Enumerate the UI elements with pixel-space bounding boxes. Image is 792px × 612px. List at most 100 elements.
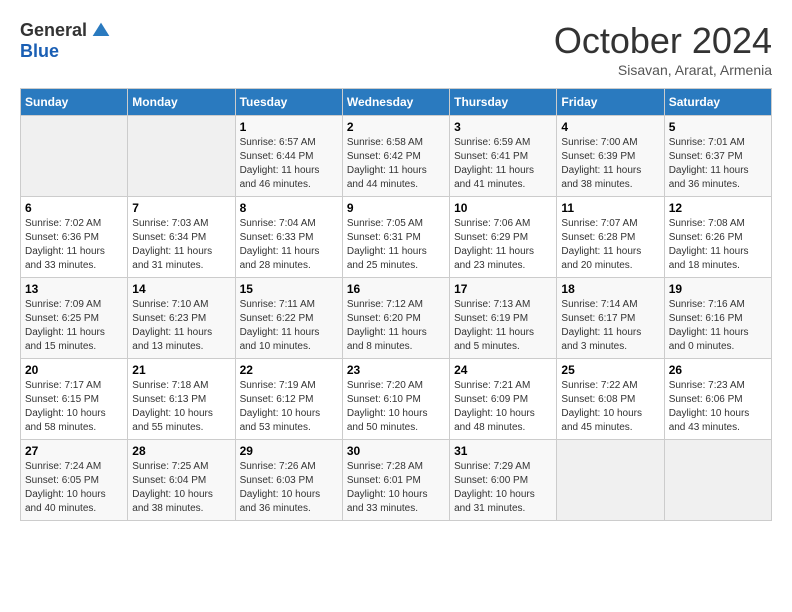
day-cell: 31 Sunrise: 7:29 AMSunset: 6:00 PMDayligh… <box>450 440 557 521</box>
day-number: 22 <box>240 363 338 377</box>
logo-icon <box>91 21 111 41</box>
day-number: 30 <box>347 444 445 458</box>
day-cell: 9 Sunrise: 7:05 AMSunset: 6:31 PMDaylight… <box>342 197 449 278</box>
day-cell: 23 Sunrise: 7:20 AMSunset: 6:10 PMDayligh… <box>342 359 449 440</box>
day-cell: 6 Sunrise: 7:02 AMSunset: 6:36 PMDaylight… <box>21 197 128 278</box>
day-info: Sunrise: 7:05 AMSunset: 6:31 PMDaylight:… <box>347 217 445 273</box>
day-cell: 7 Sunrise: 7:03 AMSunset: 6:34 PMDaylight… <box>128 197 235 278</box>
title-section: October 2024 Sisavan, Ararat, Armenia <box>554 20 772 78</box>
day-cell: 15 Sunrise: 7:11 AMSunset: 6:22 PMDayligh… <box>235 278 342 359</box>
logo-blue-text: Blue <box>20 41 59 62</box>
header-friday: Friday <box>557 89 664 116</box>
day-cell: 29 Sunrise: 7:26 AMSunset: 6:03 PMDayligh… <box>235 440 342 521</box>
day-number: 18 <box>561 282 659 296</box>
day-number: 7 <box>132 201 230 215</box>
day-number: 31 <box>454 444 552 458</box>
day-number: 19 <box>669 282 767 296</box>
week-row-4: 20 Sunrise: 7:17 AMSunset: 6:15 PMDayligh… <box>21 359 772 440</box>
day-info: Sunrise: 7:18 AMSunset: 6:13 PMDaylight:… <box>132 379 230 435</box>
day-number: 4 <box>561 120 659 134</box>
day-info: Sunrise: 7:17 AMSunset: 6:15 PMDaylight:… <box>25 379 123 435</box>
header-saturday: Saturday <box>664 89 771 116</box>
day-number: 8 <box>240 201 338 215</box>
header-row: SundayMondayTuesdayWednesdayThursdayFrid… <box>21 89 772 116</box>
day-info: Sunrise: 7:24 AMSunset: 6:05 PMDaylight:… <box>25 460 123 516</box>
day-cell: 27 Sunrise: 7:24 AMSunset: 6:05 PMDayligh… <box>21 440 128 521</box>
logo: General Blue <box>20 20 111 62</box>
day-number: 13 <box>25 282 123 296</box>
day-number: 27 <box>25 444 123 458</box>
day-info: Sunrise: 7:07 AMSunset: 6:28 PMDaylight:… <box>561 217 659 273</box>
day-cell <box>557 440 664 521</box>
day-cell: 20 Sunrise: 7:17 AMSunset: 6:15 PMDayligh… <box>21 359 128 440</box>
day-number: 10 <box>454 201 552 215</box>
day-info: Sunrise: 7:06 AMSunset: 6:29 PMDaylight:… <box>454 217 552 273</box>
day-number: 20 <box>25 363 123 377</box>
day-cell: 13 Sunrise: 7:09 AMSunset: 6:25 PMDayligh… <box>21 278 128 359</box>
day-number: 16 <box>347 282 445 296</box>
day-info: Sunrise: 7:03 AMSunset: 6:34 PMDaylight:… <box>132 217 230 273</box>
day-info: Sunrise: 7:26 AMSunset: 6:03 PMDaylight:… <box>240 460 338 516</box>
day-cell: 17Sunrise: 7:13 AMSunset: 6:19 PMDayligh… <box>450 278 557 359</box>
day-number: 1 <box>240 120 338 134</box>
day-cell: 25 Sunrise: 7:22 AMSunset: 6:08 PMDayligh… <box>557 359 664 440</box>
day-info: Sunrise: 7:22 AMSunset: 6:08 PMDaylight:… <box>561 379 659 435</box>
week-row-1: 1 Sunrise: 6:57 AMSunset: 6:44 PMDaylight… <box>21 116 772 197</box>
week-row-2: 6 Sunrise: 7:02 AMSunset: 6:36 PMDaylight… <box>21 197 772 278</box>
day-info: Sunrise: 6:58 AMSunset: 6:42 PMDaylight:… <box>347 136 445 192</box>
day-number: 9 <box>347 201 445 215</box>
day-cell: 22 Sunrise: 7:19 AMSunset: 6:12 PMDayligh… <box>235 359 342 440</box>
day-info: Sunrise: 6:59 AMSunset: 6:41 PMDaylight:… <box>454 136 552 192</box>
day-number: 11 <box>561 201 659 215</box>
header-wednesday: Wednesday <box>342 89 449 116</box>
day-number: 21 <box>132 363 230 377</box>
day-info: Sunrise: 7:00 AMSunset: 6:39 PMDaylight:… <box>561 136 659 192</box>
week-row-5: 27 Sunrise: 7:24 AMSunset: 6:05 PMDayligh… <box>21 440 772 521</box>
day-info: Sunrise: 7:10 AMSunset: 6:23 PMDaylight:… <box>132 298 230 354</box>
day-number: 23 <box>347 363 445 377</box>
header-monday: Monday <box>128 89 235 116</box>
day-info: Sunrise: 7:16 AMSunset: 6:16 PMDaylight:… <box>669 298 767 354</box>
day-info: Sunrise: 7:25 AMSunset: 6:04 PMDaylight:… <box>132 460 230 516</box>
day-cell: 21 Sunrise: 7:18 AMSunset: 6:13 PMDayligh… <box>128 359 235 440</box>
day-cell: 30 Sunrise: 7:28 AMSunset: 6:01 PMDayligh… <box>342 440 449 521</box>
day-info: Sunrise: 7:13 AMSunset: 6:19 PMDaylight:… <box>454 298 552 354</box>
day-number: 6 <box>25 201 123 215</box>
day-cell: 24Sunrise: 7:21 AMSunset: 6:09 PMDayligh… <box>450 359 557 440</box>
day-info: Sunrise: 7:01 AMSunset: 6:37 PMDaylight:… <box>669 136 767 192</box>
day-number: 15 <box>240 282 338 296</box>
day-info: Sunrise: 7:11 AMSunset: 6:22 PMDaylight:… <box>240 298 338 354</box>
header-sunday: Sunday <box>21 89 128 116</box>
day-info: Sunrise: 7:20 AMSunset: 6:10 PMDaylight:… <box>347 379 445 435</box>
day-number: 29 <box>240 444 338 458</box>
day-cell: 18 Sunrise: 7:14 AMSunset: 6:17 PMDayligh… <box>557 278 664 359</box>
day-cell: 5Sunrise: 7:01 AMSunset: 6:37 PMDaylight… <box>664 116 771 197</box>
day-info: Sunrise: 7:04 AMSunset: 6:33 PMDaylight:… <box>240 217 338 273</box>
day-cell: 19 Sunrise: 7:16 AMSunset: 6:16 PMDayligh… <box>664 278 771 359</box>
logo-general-text: General <box>20 20 87 41</box>
month-title: October 2024 <box>554 20 772 62</box>
day-info: Sunrise: 7:19 AMSunset: 6:12 PMDaylight:… <box>240 379 338 435</box>
day-info: Sunrise: 7:29 AMSunset: 6:00 PMDaylight:… <box>454 460 552 516</box>
day-cell <box>21 116 128 197</box>
day-number: 25 <box>561 363 659 377</box>
day-info: Sunrise: 7:28 AMSunset: 6:01 PMDaylight:… <box>347 460 445 516</box>
day-number: 12 <box>669 201 767 215</box>
day-info: Sunrise: 7:14 AMSunset: 6:17 PMDaylight:… <box>561 298 659 354</box>
header-thursday: Thursday <box>450 89 557 116</box>
day-cell <box>128 116 235 197</box>
day-cell: 1 Sunrise: 6:57 AMSunset: 6:44 PMDaylight… <box>235 116 342 197</box>
day-number: 3 <box>454 120 552 134</box>
day-number: 2 <box>347 120 445 134</box>
day-info: Sunrise: 7:02 AMSunset: 6:36 PMDaylight:… <box>25 217 123 273</box>
day-info: Sunrise: 7:09 AMSunset: 6:25 PMDaylight:… <box>25 298 123 354</box>
day-info: Sunrise: 6:57 AMSunset: 6:44 PMDaylight:… <box>240 136 338 192</box>
day-number: 26 <box>669 363 767 377</box>
location-subtitle: Sisavan, Ararat, Armenia <box>554 62 772 78</box>
page-header: General Blue October 2024 Sisavan, Arara… <box>20 20 772 78</box>
day-cell: 12Sunrise: 7:08 AMSunset: 6:26 PMDayligh… <box>664 197 771 278</box>
day-number: 28 <box>132 444 230 458</box>
day-info: Sunrise: 7:21 AMSunset: 6:09 PMDaylight:… <box>454 379 552 435</box>
day-cell: 16Sunrise: 7:12 AMSunset: 6:20 PMDayligh… <box>342 278 449 359</box>
header-tuesday: Tuesday <box>235 89 342 116</box>
